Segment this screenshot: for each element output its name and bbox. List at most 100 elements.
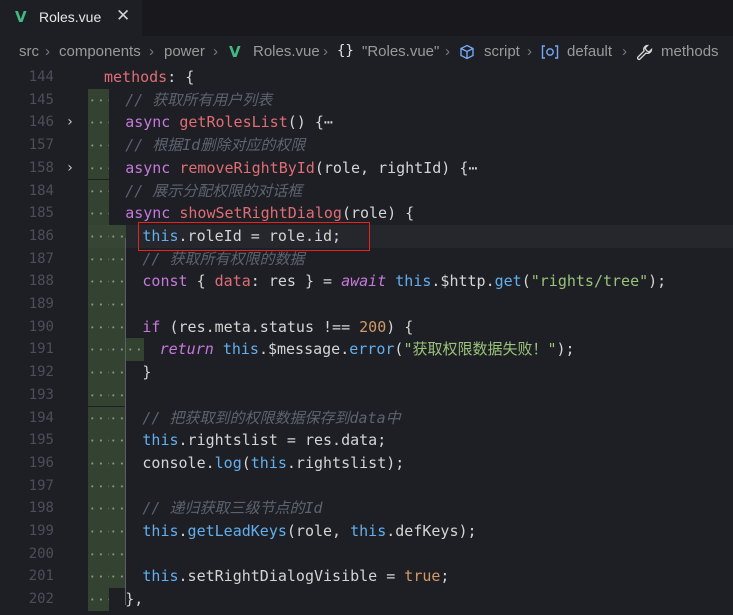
breadcrumb-item-default[interactable]: default <box>567 43 612 60</box>
indent-guide <box>109 270 127 293</box>
line-number: 193 <box>28 386 54 403</box>
breadcrumb-item-src[interactable]: src <box>19 43 39 60</box>
chevron-right-icon: › <box>213 43 218 60</box>
code-text: const { data: res } = await this.$http.g… <box>142 272 667 291</box>
code-text: // 递归获取三级节点的Id <box>142 499 323 518</box>
line-number: 187 <box>28 250 54 267</box>
line-number: 144 <box>28 69 54 85</box>
code-line[interactable]: 157 // 根据Id删除对应的权限 <box>0 134 733 157</box>
code-line[interactable]: 201 this.setRightDialogVisible = true; <box>0 565 733 589</box>
code-line[interactable]: 158 › async removeRightById(role, rightId)… <box>0 156 733 180</box>
indent-guide-rail <box>125 238 126 605</box>
tab-label: Roles.vue <box>39 9 102 25</box>
code-text: // 获取所有用户列表 <box>125 90 273 109</box>
breadcrumb-item-module[interactable]: "Roles.vue" <box>362 43 439 60</box>
line-number: 189 <box>28 296 54 312</box>
code-line[interactable]: 197 <box>0 474 733 498</box>
indent-guide <box>109 474 127 498</box>
cube-icon <box>459 44 475 64</box>
line-number: 157 <box>28 137 54 154</box>
chevron-right-icon: › <box>45 43 50 60</box>
code-line[interactable]: 191 return this.$message.error("获取权限数据失败！… <box>0 338 733 362</box>
object-icon <box>541 44 559 64</box>
indent-guide <box>109 542 127 566</box>
indent-guide <box>109 520 127 543</box>
code-line[interactable]: 198 // 递归获取三级节点的Id <box>0 497 733 520</box>
line-number: 146 <box>28 114 54 131</box>
code-text: // 展示分配权限的对话框 <box>125 181 303 200</box>
indent-guide <box>88 156 110 180</box>
vue-file-icon: V <box>15 8 27 26</box>
highlight-box <box>138 222 370 251</box>
code-line[interactable]: 189 <box>0 293 733 316</box>
tab-roles-vue[interactable]: V Roles.vue ✕ <box>0 0 142 36</box>
chevron-right-icon: › <box>622 43 627 60</box>
code-line[interactable]: 193 <box>0 383 733 407</box>
line-number: 145 <box>28 91 54 108</box>
indent-guide <box>88 88 110 112</box>
line-number: 185 <box>28 205 54 222</box>
code-line[interactable]: 194 // 把获取到的权限数据保存到data中 <box>0 406 733 430</box>
chevron-right-icon: › <box>323 43 328 60</box>
indent-guide <box>88 406 110 430</box>
line-number: 192 <box>28 364 54 381</box>
line-number: 200 <box>28 545 54 562</box>
code-text: async removeRightById(role, rightId) {⋯ <box>125 158 478 177</box>
fold-chevron-icon[interactable]: › <box>62 111 78 134</box>
indent-guide <box>88 134 110 157</box>
line-number: 201 <box>28 568 54 585</box>
code-line[interactable]: 146 › async getRolesList() {⋯ <box>0 111 733 135</box>
close-icon[interactable]: ✕ <box>116 6 130 26</box>
line-number: 195 <box>28 432 54 449</box>
code-line[interactable]: 195 this.rightslist = res.data; <box>0 429 733 452</box>
code-text: methods: { <box>104 68 195 86</box>
line-number: 191 <box>28 341 54 358</box>
indent-guide <box>88 497 110 520</box>
indent-guide <box>109 406 127 430</box>
code-line[interactable]: 200 <box>0 542 733 566</box>
indent-guide <box>109 565 127 589</box>
code-line[interactable]: 144 methods: { <box>0 66 733 89</box>
code-line[interactable]: 188 const { data: res } = await this.$htt… <box>0 270 733 293</box>
code-text: if (res.meta.status !== 200) { <box>142 317 414 336</box>
code-text: }, <box>125 590 144 609</box>
wrench-icon <box>636 44 653 65</box>
chevron-right-icon: › <box>445 43 450 60</box>
code-text: this.rightslist = res.data; <box>142 431 387 450</box>
indent-guide <box>109 361 127 384</box>
indent-guide <box>88 520 110 543</box>
indent-guide <box>88 451 110 475</box>
breadcrumb: src › components › power › V Roles.vue ›… <box>0 36 733 66</box>
indent-guide <box>88 111 110 135</box>
code-line[interactable]: 145 // 获取所有用户列表 <box>0 88 733 112</box>
code-line[interactable]: 190 if (res.meta.status !== 200) { <box>0 315 733 339</box>
code-line[interactable]: 199 this.getLeadKeys(role, this.defKeys); <box>0 520 733 543</box>
line-number: 188 <box>28 273 54 290</box>
breadcrumb-item-power[interactable]: power <box>164 43 205 60</box>
line-number: 198 <box>28 500 54 517</box>
line-number: 184 <box>28 182 54 199</box>
indent-guide <box>109 224 127 248</box>
breadcrumb-item-file[interactable]: Roles.vue <box>253 43 320 60</box>
fold-chevron-icon[interactable]: › <box>62 157 78 180</box>
indent-guide <box>109 338 127 362</box>
breadcrumb-item-script[interactable]: script <box>484 43 520 60</box>
indent-guide <box>88 383 110 407</box>
code-line[interactable]: 202}, <box>0 588 733 611</box>
tab-bar: V Roles.vue ✕ <box>0 0 733 36</box>
code-editor[interactable]: 144 methods: { 145 // 获取所有用户列表 146 › async get… <box>0 66 733 615</box>
code-line[interactable]: 184 // 展示分配权限的对话框 <box>0 179 733 203</box>
indent-guide <box>88 474 110 498</box>
code-text: } <box>142 363 152 382</box>
breadcrumb-item-methods[interactable]: methods <box>661 43 719 60</box>
indent-guide <box>109 429 127 452</box>
indent-guide <box>88 179 110 203</box>
line-number: 196 <box>28 454 54 471</box>
code-line[interactable]: 192} <box>0 361 733 384</box>
code-text: async getRolesList() {⋯ <box>125 113 333 132</box>
code-line[interactable]: 196 console.log(this.rightslist); <box>0 451 733 475</box>
indent-guide <box>88 588 110 611</box>
breadcrumb-item-components[interactable]: components <box>59 43 141 60</box>
indent-guide <box>88 247 110 271</box>
line-number: 158 <box>28 159 54 176</box>
